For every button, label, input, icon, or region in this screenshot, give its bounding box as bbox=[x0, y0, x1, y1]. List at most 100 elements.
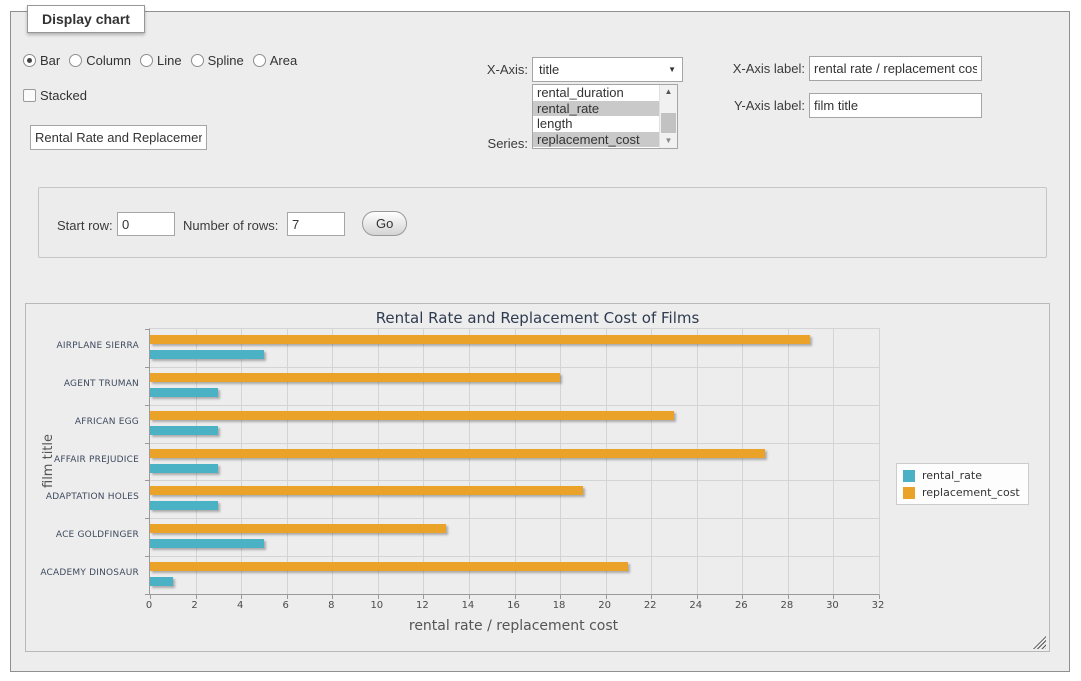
listbox-option[interactable]: rental_duration bbox=[533, 85, 677, 101]
stacked-row: Stacked bbox=[23, 88, 96, 103]
radio-bar[interactable]: Bar bbox=[23, 53, 60, 68]
chart-title: Rental Rate and Replacement Cost of Film… bbox=[26, 309, 1049, 327]
panel-title: Display chart bbox=[27, 5, 145, 33]
x-axis-tick bbox=[788, 595, 789, 599]
x-axis-tick bbox=[651, 595, 652, 599]
radio-column-icon bbox=[69, 54, 82, 67]
radio-column[interactable]: Column bbox=[69, 53, 131, 68]
x-axis-tick bbox=[742, 595, 743, 599]
y-axis-tick bbox=[145, 329, 149, 330]
legend-entry: rental_rate bbox=[903, 469, 1020, 482]
radio-line-icon bbox=[140, 54, 153, 67]
checkbox-icon bbox=[23, 89, 36, 102]
y-axis-tick bbox=[145, 367, 149, 368]
bar-rental_rate bbox=[150, 464, 218, 473]
bar-replacement_cost bbox=[150, 373, 560, 382]
x-tick-label: 20 bbox=[590, 600, 620, 611]
series-listbox[interactable]: rental_duration rental_rate length repla… bbox=[532, 84, 678, 149]
x-axis-tick bbox=[423, 595, 424, 599]
listbox-option[interactable]: replacement_cost bbox=[533, 132, 677, 148]
radio-area-label: Area bbox=[270, 53, 297, 68]
x-axis-tick bbox=[515, 595, 516, 599]
x-axis-label-input[interactable] bbox=[809, 56, 982, 81]
gridline bbox=[150, 405, 879, 406]
x-axis-select-label: X-Axis: bbox=[483, 62, 528, 77]
radio-line-label: Line bbox=[157, 53, 182, 68]
x-tick-label: 26 bbox=[726, 600, 756, 611]
chart-type-radio-group: Bar Column Line Spline Area bbox=[23, 53, 306, 68]
listbox-option[interactable]: rental_rate bbox=[533, 101, 677, 117]
x-tick-label: 24 bbox=[681, 600, 711, 611]
gridline bbox=[560, 329, 561, 594]
y-axis-tick bbox=[145, 518, 149, 519]
bar-replacement_cost bbox=[150, 335, 810, 344]
gridline bbox=[332, 329, 333, 594]
stacked-label: Stacked bbox=[40, 88, 87, 103]
category-label: ADAPTATION HOLES bbox=[26, 492, 139, 502]
gridline bbox=[196, 329, 197, 594]
legend-swatch-rental-rate bbox=[903, 470, 915, 482]
resize-handle-icon[interactable] bbox=[1033, 636, 1046, 649]
bar-rental_rate bbox=[150, 426, 218, 435]
start-row-label: Start row: bbox=[57, 218, 113, 233]
stacked-checkbox[interactable]: Stacked bbox=[23, 88, 87, 103]
x-tick-label: 22 bbox=[635, 600, 665, 611]
bar-replacement_cost bbox=[150, 486, 583, 495]
radio-spline[interactable]: Spline bbox=[191, 53, 244, 68]
x-tick-label: 32 bbox=[863, 600, 893, 611]
radio-area-icon bbox=[253, 54, 266, 67]
listbox-option[interactable]: length bbox=[533, 116, 677, 132]
gridline bbox=[697, 329, 698, 594]
chart-container: Rental Rate and Replacement Cost of Film… bbox=[25, 303, 1050, 652]
radio-column-label: Column bbox=[86, 53, 131, 68]
x-tick-label: 10 bbox=[362, 600, 392, 611]
gridline bbox=[150, 556, 879, 557]
plot-area bbox=[149, 328, 880, 595]
chevron-down-icon: ▼ bbox=[668, 65, 682, 74]
category-label: AIRPLANE SIERRA bbox=[26, 341, 139, 351]
number-of-rows-input[interactable] bbox=[287, 212, 345, 236]
radio-line[interactable]: Line bbox=[140, 53, 182, 68]
scrollbar-thumb[interactable] bbox=[661, 113, 676, 133]
x-tick-label: 0 bbox=[134, 600, 164, 611]
gridline bbox=[423, 329, 424, 594]
gridline bbox=[515, 329, 516, 594]
number-of-rows-label: Number of rows: bbox=[183, 218, 278, 233]
y-axis-label-input[interactable] bbox=[809, 93, 982, 118]
start-row-input[interactable] bbox=[117, 212, 175, 236]
series-listbox-label: Series: bbox=[483, 136, 528, 151]
category-label: ACE GOLDFINGER bbox=[26, 530, 139, 540]
x-tick-label: 8 bbox=[316, 600, 346, 611]
x-tick-label: 2 bbox=[180, 600, 210, 611]
y-axis-tick bbox=[145, 405, 149, 406]
x-tick-label: 12 bbox=[407, 600, 437, 611]
gridline bbox=[378, 329, 379, 594]
chart-title-input[interactable] bbox=[30, 125, 207, 150]
legend-label: rental_rate bbox=[922, 469, 982, 482]
category-label: ACADEMY DINOSAUR bbox=[26, 568, 139, 578]
gridline bbox=[651, 329, 652, 594]
x-axis-label-label: X-Axis label: bbox=[725, 61, 805, 76]
gridline bbox=[150, 480, 879, 481]
x-tick-label: 18 bbox=[544, 600, 574, 611]
radio-area[interactable]: Area bbox=[253, 53, 297, 68]
listbox-scrollbar[interactable]: ▲ ▼ bbox=[659, 85, 677, 148]
x-axis-tick bbox=[378, 595, 379, 599]
gridline bbox=[150, 443, 879, 444]
x-axis-select[interactable]: title ▼ bbox=[532, 57, 683, 82]
x-axis-tick bbox=[697, 595, 698, 599]
bar-replacement_cost bbox=[150, 449, 765, 458]
bar-rental_rate bbox=[150, 501, 218, 510]
radio-bar-label: Bar bbox=[40, 53, 60, 68]
scroll-down-icon[interactable]: ▼ bbox=[660, 134, 677, 148]
x-tick-label: 6 bbox=[271, 600, 301, 611]
scroll-up-icon[interactable]: ▲ bbox=[660, 85, 677, 99]
y-axis-label-label: Y-Axis label: bbox=[725, 98, 805, 113]
x-tick-label: 4 bbox=[225, 600, 255, 611]
gridline bbox=[150, 518, 879, 519]
x-axis-tick bbox=[241, 595, 242, 599]
chart-legend: rental_rate replacement_cost bbox=[896, 463, 1029, 505]
go-button[interactable]: Go bbox=[362, 211, 407, 236]
legend-label: replacement_cost bbox=[922, 486, 1020, 499]
y-axis-tick bbox=[145, 480, 149, 481]
